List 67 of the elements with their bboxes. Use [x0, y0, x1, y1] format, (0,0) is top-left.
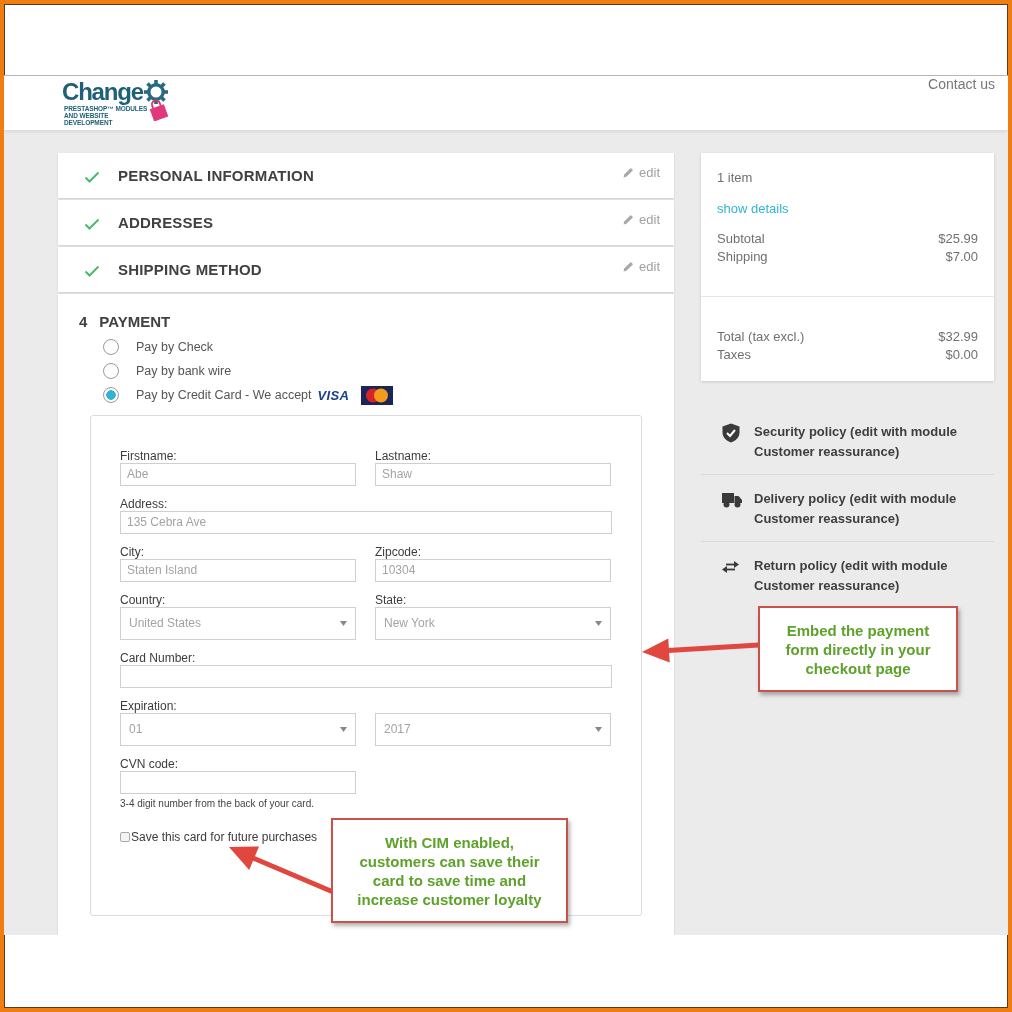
field-label: Expiration:: [120, 699, 178, 713]
radio-button[interactable]: [103, 387, 119, 403]
total-label: Taxes: [717, 346, 751, 364]
edit-link[interactable]: edit: [623, 165, 660, 180]
checkbox-label[interactable]: Save this card for future purchases: [131, 830, 318, 844]
input-field[interactable]: [120, 771, 356, 794]
field-label: Card Number:: [120, 651, 197, 665]
swap-arrows-icon: [722, 561, 739, 573]
caret-icon: [595, 727, 602, 732]
caret-icon: [595, 621, 602, 626]
step-title: PAYMENT: [99, 312, 171, 332]
checkbox[interactable]: [120, 832, 130, 842]
field-label: Zipcode:: [375, 545, 423, 559]
item-count: 1 item: [717, 169, 754, 187]
line-amount: $7.00: [945, 248, 978, 266]
caret-icon: [340, 621, 347, 626]
visa-logo: VISA: [317, 387, 350, 403]
card-badge-icon: [361, 385, 394, 405]
input-field[interactable]: Abe: [120, 463, 356, 486]
step-title: PERSONAL INFORMATION: [118, 167, 314, 184]
contact-link[interactable]: Contact us: [928, 76, 995, 92]
total-amount: $0.00: [945, 346, 978, 364]
field-label: Country:: [120, 593, 167, 607]
pencil-icon: [623, 261, 635, 272]
step-title: SHIPPING METHOD: [118, 261, 262, 278]
callout-box: Embed the payment form directly in your checkout page: [758, 606, 958, 692]
input-field[interactable]: Shaw: [375, 463, 611, 486]
option-label[interactable]: Pay by Check: [136, 340, 214, 354]
gear-icon: [143, 80, 168, 104]
shield-check-icon: [722, 423, 740, 443]
edit-link[interactable]: edit: [623, 212, 660, 227]
field-label: State:: [375, 593, 408, 607]
field-label: CVN code:: [120, 757, 180, 771]
input-field[interactable]: 10304: [375, 559, 611, 582]
policy-text: Return policy (edit with module Customer reassurance): [754, 557, 949, 595]
step-title: ADDRESSES: [118, 214, 214, 231]
caret-icon: [340, 727, 347, 732]
policy-text: Security policy (edit with module Customer reassurance): [754, 423, 958, 461]
pencil-icon: [623, 214, 635, 225]
total-amount: $32.99: [938, 328, 978, 346]
select-field[interactable]: New York: [375, 607, 611, 640]
help-text: 3-4 digit number from the back of your card.: [120, 798, 315, 810]
pencil-icon: [623, 167, 635, 178]
option-label[interactable]: Pay by Credit Card - We accept: [136, 388, 312, 402]
input-field[interactable]: 135 Cebra Ave: [120, 511, 612, 534]
policy-text: Delivery policy (edit with module Customer reassurance): [754, 490, 958, 528]
select-field[interactable]: 2017: [375, 713, 611, 746]
line-label: Subtotal: [717, 230, 765, 248]
option-label[interactable]: Pay by bank wire: [136, 364, 232, 378]
shopping-bag-icon: [148, 99, 168, 121]
edit-link[interactable]: edit: [623, 259, 660, 274]
show-details-link[interactable]: show details: [717, 200, 789, 218]
total-label: Total (tax excl.): [717, 328, 805, 346]
line-label: Shipping: [717, 248, 768, 266]
select-field[interactable]: 01: [120, 713, 356, 746]
field-label: Firstname:: [120, 449, 178, 463]
field-label: Lastname:: [375, 449, 433, 463]
step-number: 4: [79, 312, 88, 332]
field-label: Address:: [120, 497, 169, 511]
line-amount: $25.99: [938, 230, 978, 248]
logo-text: Change: [62, 79, 143, 104]
field-label: City:: [120, 545, 145, 559]
callout-box: With CIM enabled, customers can save their card to save time and increase customer loyalty: [331, 818, 568, 923]
input-field[interactable]: [120, 665, 612, 688]
input-field[interactable]: Staten Island: [120, 559, 356, 582]
select-field[interactable]: United States: [120, 607, 356, 640]
truck-icon: [722, 492, 742, 508]
